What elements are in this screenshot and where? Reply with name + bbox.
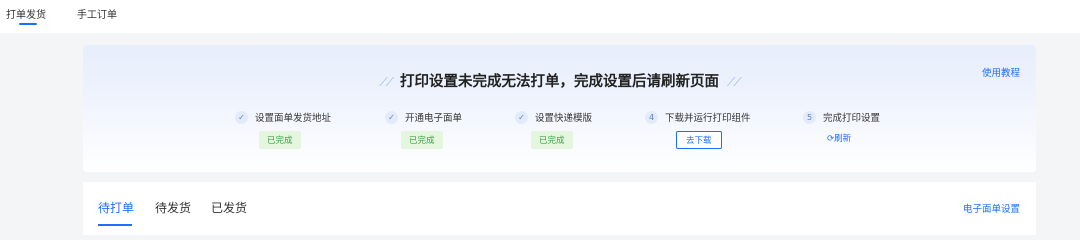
step-label: 开通电子面单 [405, 113, 463, 124]
check-icon: ✓ [235, 110, 248, 124]
active-tab-indicator [19, 23, 37, 25]
banner-title: ⟋⟋ 打印设置未完成无法打单，完成设置后请刷新页面 ⟋⟋ [83, 70, 1036, 91]
check-icon: ✓ [515, 110, 528, 124]
step-label: 完成打印设置 [823, 113, 881, 124]
tab-manual-orders[interactable]: 手工订单 [77, 6, 117, 21]
step-number: 4 [645, 110, 658, 124]
left-decoration-icon: ⟋⟋ [379, 75, 394, 89]
status-badge: 已完成 [401, 131, 443, 149]
tab-print-ship[interactable]: 打单发货 [6, 6, 46, 21]
status-badge: 已完成 [259, 131, 301, 149]
status-badge: 已完成 [531, 131, 573, 149]
tab-to-ship[interactable]: 待发货 [155, 199, 191, 216]
step-finish-print-setup: 5 完成打印设置 ⟳刷新 [803, 110, 881, 144]
step-shipping-address: ✓ 设置面单发货地址 已完成 [235, 110, 332, 149]
step-label: 设置面单发货地址 [255, 113, 332, 124]
active-subtab-indicator [98, 224, 132, 226]
step-number: 5 [803, 110, 816, 124]
waybill-settings-link[interactable]: 电子面单设置 [963, 201, 1020, 215]
step-download-component: 4 下载并运行打印组件 去下载 [645, 110, 751, 149]
tab-to-print[interactable]: 待打单 [98, 199, 134, 216]
step-open-waybill: ✓ 开通电子面单 已完成 [385, 110, 463, 149]
banner-title-text: 打印设置未完成无法打单，完成设置后请刷新页面 [400, 74, 719, 90]
check-icon: ✓ [385, 110, 398, 124]
refresh-label: 刷新 [834, 134, 852, 144]
download-button[interactable]: 去下载 [676, 131, 722, 149]
tab-shipped[interactable]: 已发货 [211, 199, 247, 216]
step-label: 设置快递模版 [535, 113, 593, 124]
top-nav: 打单发货 手工订单 [0, 0, 1080, 33]
print-setup-banner: 使用教程 ⟋⟋ 打印设置未完成无法打单，完成设置后请刷新页面 ⟋⟋ ✓ 设置面单发货… [83, 45, 1036, 172]
right-decoration-icon: ⟋⟋ [727, 75, 742, 89]
order-panel: 待打单 待发货 已发货 电子面单设置 [83, 182, 1036, 235]
step-label: 下载并运行打印组件 [665, 113, 751, 124]
step-express-template: ✓ 设置快递模版 已完成 [515, 110, 593, 149]
refresh-button[interactable]: ⟳刷新 [827, 132, 851, 144]
